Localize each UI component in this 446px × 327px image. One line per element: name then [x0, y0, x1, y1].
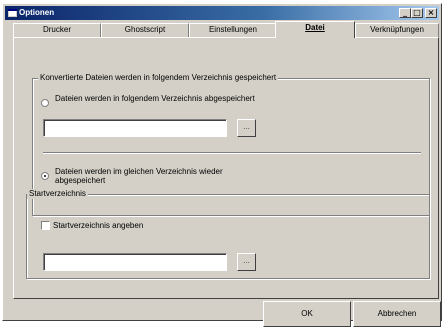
close-button[interactable]: ×	[425, 8, 437, 18]
radio-same-folder[interactable]	[41, 172, 49, 180]
tab-verknuepfungen[interactable]: Verknüpfungen	[355, 23, 439, 37]
cancel-button[interactable]: Abbrechen	[353, 301, 441, 327]
tab-datei[interactable]: Datei	[275, 21, 355, 38]
start-browse-button[interactable]: ...	[237, 253, 256, 271]
start-group-caption: Startverzeichnis	[27, 189, 88, 199]
convert-separator	[43, 152, 421, 154]
radio-folder-label: Dateien werden in folgendem Verzeichnis …	[55, 94, 255, 103]
convert-browse-button[interactable]: ...	[237, 119, 256, 137]
tab-einstellungen[interactable]: Einstellungen	[189, 23, 277, 37]
tab-drucker[interactable]: Drucker	[13, 23, 101, 37]
options-dialog: Optionen _ □ × Drucker Ghostscript Einst…	[2, 3, 442, 327]
window-title: Optionen	[19, 8, 55, 17]
start-groupbox: Startverzeichnis Startverzeichnis angebe…	[26, 189, 430, 279]
tab-panel-datei: Konvertierte Dateien werden in folgendem…	[13, 37, 439, 299]
radio-same-folder-label: Dateien werden im gleichen Verzeichnis w…	[55, 167, 223, 185]
convert-folder-input[interactable]	[43, 119, 227, 137]
radio-selected-dot	[44, 175, 46, 177]
tab-ghostscript[interactable]: Ghostscript	[101, 23, 189, 37]
radio-folder[interactable]	[41, 99, 49, 107]
start-folder-checkbox[interactable]	[41, 221, 50, 230]
start-folder-input[interactable]	[43, 253, 227, 271]
ok-button[interactable]: OK	[263, 301, 351, 327]
title-bar[interactable]: Optionen _ □ ×	[5, 6, 439, 20]
start-folder-checkbox-label: Startverzeichnis angeben	[53, 221, 144, 230]
convert-group-caption: Konvertierte Dateien werden in folgendem…	[38, 73, 279, 83]
tab-strip: Drucker Ghostscript Einstellungen Datei …	[13, 21, 439, 38]
window-app-icon	[8, 9, 17, 17]
minimize-button[interactable]: _	[399, 8, 411, 18]
maximize-button[interactable]: □	[411, 8, 423, 18]
